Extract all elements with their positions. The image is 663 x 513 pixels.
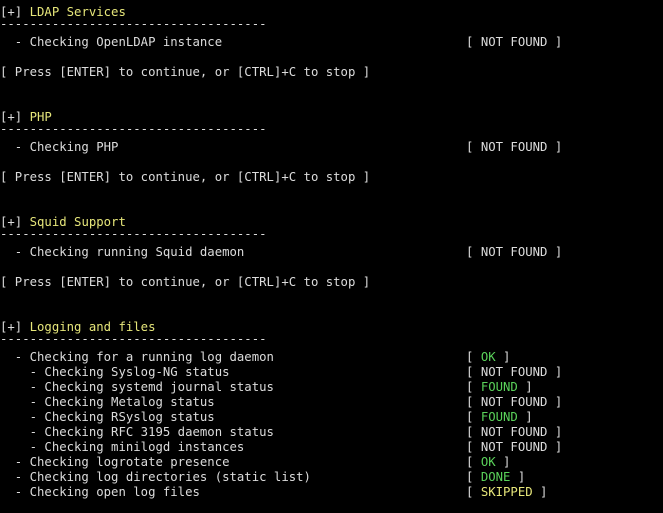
check-label: - Checking for a running log daemon [0, 350, 274, 364]
check-label: - Checking log directories (static list) [0, 470, 311, 484]
check-label: - Checking systemd journal status [0, 380, 274, 394]
bracket: ] [547, 245, 563, 259]
bracket: [ [466, 140, 481, 154]
bracket: [ [466, 365, 481, 379]
check-status: [ OK ] [466, 455, 510, 470]
status-value: NOT FOUND [480, 365, 548, 379]
check-label: - Checking minilogd instances [0, 440, 245, 454]
status-value: NOT FOUND [480, 425, 548, 439]
bracket: ] [517, 410, 533, 424]
check-status: [ NOT FOUND ] [466, 245, 562, 260]
bracket: ] [517, 380, 533, 394]
check-label: - Checking RFC 3195 daemon status [0, 425, 274, 439]
check-status: [ NOT FOUND ] [466, 365, 562, 380]
check-status: [ NOT FOUND ] [466, 140, 562, 155]
bracket: ] [547, 395, 563, 409]
check-label: - Checking running Squid daemon [0, 245, 245, 259]
bracket: ] [547, 140, 563, 154]
section-separator: ------------------------------------ [0, 17, 267, 31]
bracket: ] [547, 440, 563, 454]
bracket: ] [547, 365, 563, 379]
bracket: [ [466, 425, 481, 439]
status-value: NOT FOUND [480, 35, 548, 49]
check-label: - Checking Syslog-NG status [0, 365, 230, 379]
bracket: [ [466, 410, 481, 424]
check-label: - Checking open log files [0, 485, 200, 499]
bracket: [ [466, 470, 481, 484]
check-status: [ SKIPPED ] [466, 485, 547, 500]
check-label: - Checking logrotate presence [0, 455, 230, 469]
section-separator: ------------------------------------ [0, 122, 267, 136]
section-separator: ------------------------------------ [0, 227, 267, 241]
bracket: ] [547, 425, 563, 439]
bracket: [ [466, 440, 481, 454]
check-status: [ NOT FOUND ] [466, 440, 562, 455]
check-status: [ NOT FOUND ] [466, 35, 562, 50]
bracket: [ [466, 380, 481, 394]
continue-prompt: [ Press [ENTER] to continue, or [CTRL]+C… [0, 170, 371, 184]
check-status: [ FOUND ] [466, 410, 533, 425]
check-label: - Checking Metalog status [0, 395, 215, 409]
status-value: NOT FOUND [480, 440, 548, 454]
check-status: [ DONE ] [466, 470, 525, 485]
check-label: - Checking OpenLDAP instance [0, 35, 223, 49]
bracket: [ [466, 350, 481, 364]
status-value: FOUND [480, 380, 518, 394]
check-label: - Checking PHP [0, 140, 119, 154]
check-status: [ OK ] [466, 350, 510, 365]
status-value: SKIPPED [480, 485, 533, 499]
bracket: ] [532, 485, 548, 499]
status-value: NOT FOUND [480, 395, 548, 409]
status-value: OK [480, 350, 496, 364]
bracket: [ [466, 35, 481, 49]
bracket: [ [466, 485, 481, 499]
check-status: [ FOUND ] [466, 380, 533, 395]
status-value: NOT FOUND [480, 245, 548, 259]
bracket: [ [466, 455, 481, 469]
status-value: OK [480, 455, 496, 469]
bracket: [ [466, 395, 481, 409]
bracket: ] [547, 35, 563, 49]
bracket: ] [495, 350, 511, 364]
status-value: DONE [480, 470, 511, 484]
continue-prompt: [ Press [ENTER] to continue, or [CTRL]+C… [0, 65, 371, 79]
status-value: FOUND [480, 410, 518, 424]
bracket: ] [510, 470, 526, 484]
check-status: [ NOT FOUND ] [466, 395, 562, 410]
section-separator: ------------------------------------ [0, 332, 267, 346]
check-label: - Checking RSyslog status [0, 410, 215, 424]
check-status: [ NOT FOUND ] [466, 425, 562, 440]
status-value: NOT FOUND [480, 140, 548, 154]
continue-prompt: [ Press [ENTER] to continue, or [CTRL]+C… [0, 275, 371, 289]
bracket: ] [495, 455, 511, 469]
bracket: [ [466, 245, 481, 259]
